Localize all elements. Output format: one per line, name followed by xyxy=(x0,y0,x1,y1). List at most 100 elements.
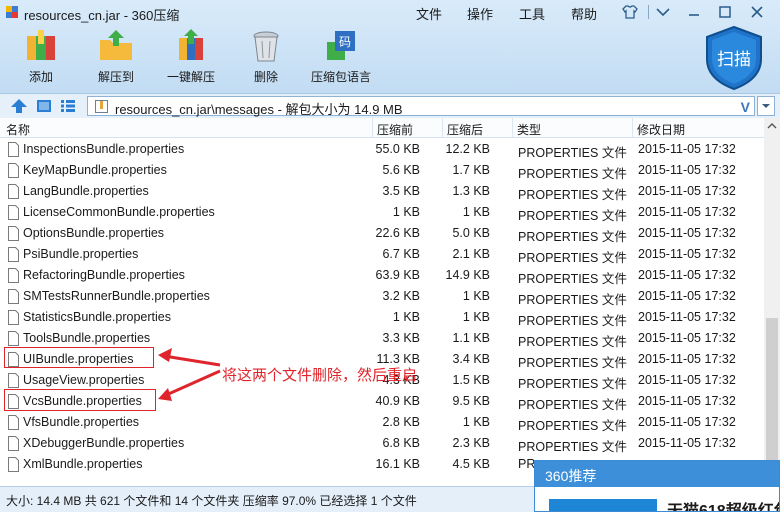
table-row[interactable]: VfsBundle.properties 2.8 KB 1 KB PROPERTIES… xyxy=(0,412,764,433)
table-row[interactable]: PsiBundle.properties 6.7 KB 2.1 KB PROPERTI… xyxy=(0,244,764,265)
original-size: 2.1 KB xyxy=(452,247,490,261)
vertical-scrollbar[interactable] xyxy=(764,118,780,486)
original-size: 1.5 KB xyxy=(452,373,490,387)
table-row[interactable]: InspectionsBundle.properties 55.0 KB 12.2 … xyxy=(0,139,764,160)
delete-label: 删除 xyxy=(253,70,278,84)
file-icon xyxy=(8,247,19,262)
title-bar: resources_cn.jar - 360压缩 文件 操作 工具 帮助 xyxy=(0,0,780,24)
modified-date: 2015-11-05 17:32 xyxy=(638,415,736,429)
original-size: 1.3 KB xyxy=(452,184,490,198)
scan-label: 扫描 xyxy=(717,50,751,70)
archive-language-button[interactable]: 码 压缩包语言 xyxy=(309,28,373,90)
file-name: VfsBundle.properties xyxy=(23,415,140,429)
address-field[interactable]: resources_cn.jar\messages - 解包大小为 14.9 M… xyxy=(87,96,755,117)
col-type[interactable]: 类型 xyxy=(517,121,541,138)
ad-text[interactable]: 天猫618超级红包 xyxy=(667,497,779,511)
file-name: StatisticsBundle.properties xyxy=(23,310,171,324)
original-size: 1 KB xyxy=(462,289,490,303)
address-dropdown[interactable] xyxy=(757,96,775,116)
file-name: LangBundle.properties xyxy=(23,184,149,198)
recommend-popup[interactable]: 360推荐 天猫618超级红包 xyxy=(534,460,780,512)
delete-button[interactable]: 删除 xyxy=(234,28,298,90)
col-name[interactable]: 名称 xyxy=(6,121,30,138)
col-modified[interactable]: 修改日期 xyxy=(637,121,685,138)
status-text: 大小: 14.4 MB 共 621 个文件和 14 个文件夹 压缩率 97.0%… xyxy=(6,494,417,508)
file-type: PROPERTIES 文件 xyxy=(518,230,627,244)
original-size: 1.7 KB xyxy=(452,163,490,177)
scan-button[interactable]: 扫描 xyxy=(703,25,765,91)
ad-image[interactable] xyxy=(549,499,657,511)
file-icon xyxy=(8,184,19,199)
table-row[interactable]: SMTestsRunnerBundle.properties 3.2 KB 1 KB… xyxy=(0,286,764,307)
menu-tools[interactable]: 工具 xyxy=(519,4,545,23)
add-archive-icon xyxy=(27,30,55,60)
highlight-box-uibundle xyxy=(4,347,154,368)
list-view-icon[interactable] xyxy=(60,99,76,113)
extract-to-button[interactable]: 解压到 xyxy=(84,28,148,90)
original-size: 1.1 KB xyxy=(452,331,490,345)
one-click-extract-label: 一键解压 xyxy=(166,70,215,84)
table-row[interactable]: LicenseCommonBundle.properties 1 KB 1 KB PR… xyxy=(0,202,764,223)
table-row[interactable]: ToolsBundle.properties 3.3 KB 1.1 KB PROPER… xyxy=(0,328,764,349)
file-icon xyxy=(8,226,19,241)
close-icon[interactable] xyxy=(748,3,766,21)
table-row[interactable]: OptionsBundle.properties 22.6 KB 5.0 KB PRO… xyxy=(0,223,764,244)
col-divider xyxy=(442,118,443,138)
annotation-note: 将这两个文件删除，然后重启 xyxy=(222,367,418,384)
modified-date: 2015-11-05 17:32 xyxy=(638,163,736,177)
file-icon xyxy=(8,373,19,388)
modified-date: 2015-11-05 17:32 xyxy=(638,310,736,324)
modified-date: 2015-11-05 17:32 xyxy=(638,394,736,408)
compressed-size: 6.7 KB xyxy=(382,247,420,261)
col-divider xyxy=(372,118,373,138)
file-name: KeyMapBundle.properties xyxy=(23,163,167,177)
modified-date: 2015-11-05 17:32 xyxy=(638,268,736,282)
file-type: PROPERTIES 文件 xyxy=(518,209,627,223)
compressed-size: 5.6 KB xyxy=(382,163,420,177)
scroll-up-icon[interactable] xyxy=(764,118,780,134)
col-divider xyxy=(512,118,513,138)
menu-file[interactable]: 文件 xyxy=(416,4,442,23)
menu-help[interactable]: 帮助 xyxy=(571,4,597,23)
thumbnail-view-icon[interactable] xyxy=(36,99,52,113)
compressed-size: 55.0 KB xyxy=(375,142,420,156)
minimize-icon[interactable] xyxy=(685,3,703,21)
col-compressed[interactable]: 压缩前 xyxy=(377,121,413,138)
file-type: PROPERTIES 文件 xyxy=(518,335,627,349)
table-row[interactable]: KeyMapBundle.properties 5.6 KB 1.7 KB PROPE… xyxy=(0,160,764,181)
popup-title: 360推荐 xyxy=(545,468,597,484)
file-type: PROPERTIES 文件 xyxy=(518,272,627,286)
table-row[interactable]: XDebuggerBundle.properties 6.8 KB 2.3 KB PR… xyxy=(0,433,764,454)
up-folder-icon[interactable] xyxy=(10,98,28,114)
menu-operation[interactable]: 操作 xyxy=(467,4,493,23)
top-frame: resources_cn.jar - 360压缩 文件 操作 工具 帮助 添加 xyxy=(0,0,780,93)
address-row: resources_cn.jar\messages - 解包大小为 14.9 M… xyxy=(0,93,780,118)
table-row[interactable]: StatisticsBundle.properties 1 KB 1 KB PROPE… xyxy=(0,307,764,328)
skin-shirt-icon[interactable] xyxy=(621,3,639,21)
file-name: PsiBundle.properties xyxy=(23,247,139,261)
compressed-size: 1 KB xyxy=(392,310,420,324)
file-icon xyxy=(8,268,19,283)
table-row[interactable]: LangBundle.properties 3.5 KB 1.3 KB PROPERT… xyxy=(0,181,764,202)
maximize-icon[interactable] xyxy=(716,3,734,21)
archive-app-icon xyxy=(6,6,18,18)
file-icon xyxy=(8,205,19,220)
col-divider xyxy=(632,118,633,138)
original-size: 1 KB xyxy=(462,415,490,429)
file-icon xyxy=(8,310,19,325)
modified-date: 2015-11-05 17:32 xyxy=(638,331,736,345)
file-icon xyxy=(8,142,19,157)
col-original[interactable]: 压缩后 xyxy=(447,121,483,138)
file-name: LicenseCommonBundle.properties xyxy=(23,205,215,219)
modified-date: 2015-11-05 17:32 xyxy=(638,247,736,261)
file-icon xyxy=(8,457,19,472)
settings-icon[interactable] xyxy=(654,3,672,21)
file-type: PROPERTIES 文件 xyxy=(518,293,627,307)
modified-date: 2015-11-05 17:32 xyxy=(638,289,736,303)
address-v-glyph[interactable]: V xyxy=(741,99,750,115)
one-click-extract-button[interactable]: 一键解压 xyxy=(159,28,223,90)
add-button[interactable]: 添加 xyxy=(9,28,73,90)
table-row[interactable]: RefactoringBundle.properties 63.9 KB 14.9 … xyxy=(0,265,764,286)
file-type: PROPERTIES 文件 xyxy=(518,314,627,328)
compressed-size: 3.2 KB xyxy=(382,289,420,303)
